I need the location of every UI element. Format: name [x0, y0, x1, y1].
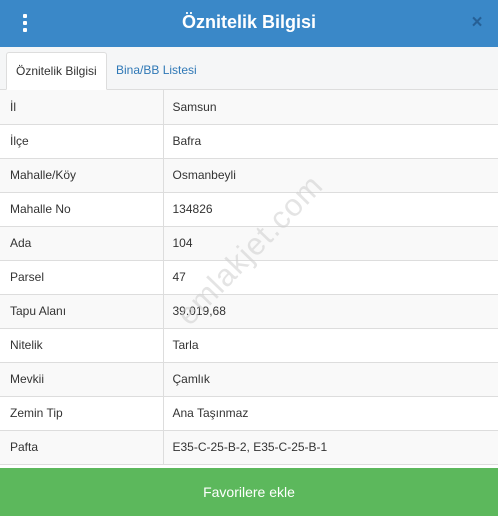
row-key: Mahalle/Köy: [0, 158, 164, 193]
row-key: Mahalle No: [0, 192, 164, 227]
table-row: Ada 104: [0, 226, 498, 261]
table-row: Tapu Alanı 39.019,68: [0, 294, 498, 329]
row-value: 47: [163, 260, 498, 295]
row-key: Mevkii: [0, 362, 164, 397]
row-key: Nitelik: [0, 328, 164, 363]
row-value: 104: [163, 226, 498, 261]
row-key: Pafta: [0, 430, 164, 465]
row-value: 134826: [163, 192, 498, 227]
add-to-favorites-button[interactable]: Favorilere ekle: [0, 468, 498, 516]
row-key: İl: [0, 90, 164, 125]
table-row: Mevkii Çamlık: [0, 362, 498, 397]
tab-oznitelik-bilgisi[interactable]: Öznitelik Bilgisi: [6, 52, 107, 90]
table-row: Mahalle No 134826: [0, 192, 498, 227]
header-bar: Öznitelik Bilgisi ×: [0, 0, 498, 47]
row-value: Çamlık: [163, 362, 498, 397]
table-row: Zemin Tip Ana Taşınmaz: [0, 396, 498, 431]
table-row: İlçe Bafra: [0, 124, 498, 159]
row-value: E35-C-25-B-2, E35-C-25-B-1: [163, 430, 498, 465]
row-value: 39.019,68: [163, 294, 498, 329]
tab-bina-bb-listesi[interactable]: Bina/BB Listesi: [107, 52, 206, 90]
attribute-table: İl Samsun İlçe Bafra Mahalle/Köy Osmanbe…: [0, 90, 498, 465]
row-key: Ada: [0, 226, 164, 261]
table-row: Mahalle/Köy Osmanbeyli: [0, 158, 498, 193]
row-value: Osmanbeyli: [163, 158, 498, 193]
row-value: Ana Taşınmaz: [163, 396, 498, 431]
table-row: Parsel 47: [0, 260, 498, 295]
table-row: Nitelik Tarla: [0, 328, 498, 363]
row-key: Zemin Tip: [0, 396, 164, 431]
row-value: Bafra: [163, 124, 498, 159]
row-key: Parsel: [0, 260, 164, 295]
table-row: Pafta E35-C-25-B-2, E35-C-25-B-1: [0, 430, 498, 465]
tab-bar: Öznitelik Bilgisi Bina/BB Listesi: [0, 47, 498, 90]
row-value: Samsun: [163, 90, 498, 125]
row-key: İlçe: [0, 124, 164, 159]
close-icon[interactable]: ×: [468, 12, 486, 34]
table-row: İl Samsun: [0, 90, 498, 125]
row-key: Tapu Alanı: [0, 294, 164, 329]
page-title: Öznitelik Bilgisi: [181, 12, 317, 32]
row-value: Tarla: [163, 328, 498, 363]
